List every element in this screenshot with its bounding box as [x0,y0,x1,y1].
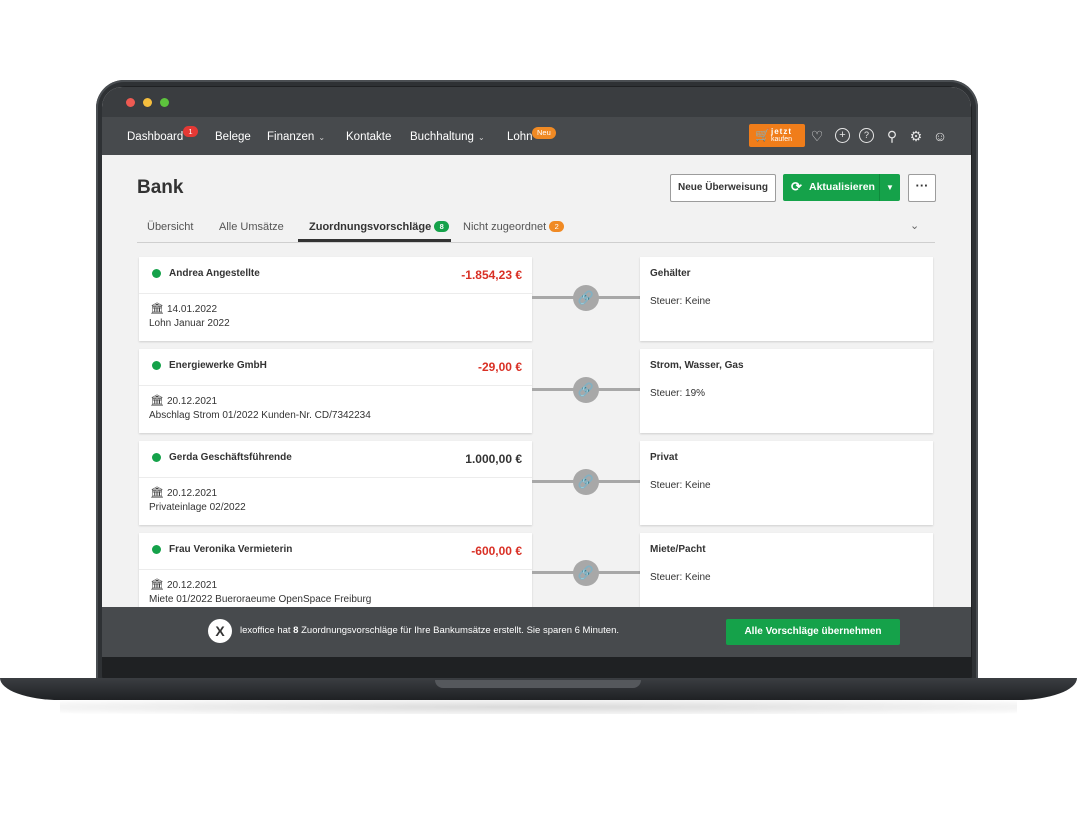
transaction-date: 14.01.2022 [167,304,218,315]
card-divider [139,385,532,386]
counterparty-name: Gerda Geschäftsführende [169,452,292,463]
plus-circle-icon[interactable]: + [835,128,850,143]
tab-overview[interactable]: Übersicht [147,221,193,233]
transaction-description: Lohn Januar 2022 [149,318,230,329]
buy-now-line1: jetzt [771,127,792,136]
link-icon[interactable]: 🔗 [573,560,599,586]
refresh-button[interactable]: ⟳ Aktualisieren ▼ [783,174,900,201]
category-name: Miete/Pacht [650,544,706,555]
transaction-card[interactable]: Andrea Angestellte -1.854,23 € 🏛 14.01.2… [139,257,532,341]
transaction-card[interactable]: Gerda Geschäftsführende 1.000,00 € 🏛 20.… [139,441,532,525]
window-titlebar [102,87,971,117]
link-icon[interactable]: 🔗 [573,469,599,495]
bank-icon: 🏛 [150,579,164,591]
link-icon[interactable]: 🔗 [573,377,599,403]
search-icon[interactable]: ⚲ [883,127,901,145]
more-options-button[interactable]: ··· [908,174,936,202]
transaction-amount: -29,00 € [477,360,522,374]
category-card[interactable]: Privat Steuer: Keine [640,441,933,525]
caret-down-icon[interactable]: ▼ [886,174,894,201]
card-divider [139,293,532,294]
counterparty-name: Energiewerke GmbH [169,360,267,371]
help-icon[interactable]: ? [859,128,874,143]
main-navbar: Dashboard 1 Belege Finanzen ⌄ Kontakte Bu… [102,117,971,155]
app-screen: Dashboard 1 Belege Finanzen ⌄ Kontakte Bu… [102,87,971,657]
category-card[interactable]: Miete/Pacht Steuer: Keine [640,533,933,617]
lohn-new-badge: Neu [532,127,556,139]
new-transfer-button[interactable]: Neue Überweisung [670,174,776,202]
tax-info: Steuer: Keine [650,296,711,307]
status-dot [152,361,161,370]
status-dot [152,269,161,278]
tab-suggestions[interactable]: Zuordnungsvorschläge 8 [309,221,450,233]
transaction-date: 20.12.2021 [167,396,218,407]
cart-icon: 🛒 [755,128,770,142]
transaction-description: Privateinlage 02/2022 [149,502,246,513]
chevron-down-icon: ⌄ [318,133,326,142]
suggestion-summary-bar: X lexoffice hat 8 Zuordnungsvorschläge f… [102,607,971,657]
nav-belege[interactable]: Belege [215,117,251,155]
split-divider [879,174,880,201]
nav-kontakte[interactable]: Kontakte [346,117,391,155]
maximize-window-icon[interactable] [160,98,169,107]
laptop-shadow [60,700,1017,714]
transaction-date: 20.12.2021 [167,488,218,499]
bank-icon: 🏛 [150,303,164,315]
refresh-label: Aktualisieren [809,181,875,193]
tax-info: Steuer: Keine [650,572,711,583]
nav-lohn[interactable]: Lohn [507,117,533,155]
dashboard-badge: 1 [183,126,198,137]
gear-icon[interactable]: ⚙ [907,127,925,145]
chevron-down-icon: ⌄ [477,133,485,142]
transaction-card[interactable]: Frau Veronika Vermieterin -600,00 € 🏛 20… [139,533,532,617]
category-name: Gehälter [650,268,691,279]
tab-all-transactions[interactable]: Alle Umsätze [219,221,284,233]
chevron-down-icon[interactable]: ⌄ [910,219,919,232]
summary-text: lexoffice hat 8 Zuordnungsvorschläge für… [240,625,619,636]
bank-icon: 🏛 [150,395,164,407]
card-divider [139,477,532,478]
transaction-description: Miete 01/2022 Bueroraeume OpenSpace Frei… [149,594,372,605]
lexoffice-logo-icon: X [208,619,232,643]
counterparty-name: Frau Veronika Vermieterin [169,544,293,555]
transaction-amount: 1.000,00 € [465,452,522,466]
link-icon[interactable]: 🔗 [573,285,599,311]
category-name: Privat [650,452,678,463]
suggestions-count-badge: 8 [434,221,450,232]
tabs-divider [137,242,935,243]
unassigned-count-badge: 2 [549,221,565,232]
minimize-window-icon[interactable] [143,98,152,107]
active-tab-indicator [298,239,451,242]
transaction-description: Abschlag Strom 01/2022 Kunden-Nr. CD/734… [149,410,371,421]
bank-icon: 🏛 [150,487,164,499]
category-name: Strom, Wasser, Gas [650,360,744,371]
close-window-icon[interactable] [126,98,135,107]
buy-now-button[interactable]: 🛒 jetzt kaufen [749,124,805,147]
counterparty-name: Andrea Angestellte [169,268,260,279]
tax-info: Steuer: Keine [650,480,711,491]
nav-dashboard[interactable]: Dashboard [127,117,183,155]
tax-info: Steuer: 19% [650,388,706,399]
laptop-notch [435,680,641,688]
category-card[interactable]: Gehälter Steuer: Keine [640,257,933,341]
user-icon[interactable]: ☺ [931,127,949,145]
transaction-card[interactable]: Energiewerke GmbH -29,00 € 🏛 20.12.2021 … [139,349,532,433]
nav-finanzen[interactable]: Finanzen ⌄ [267,117,325,155]
nav-buchhaltung[interactable]: Buchhaltung ⌄ [410,117,485,155]
refresh-icon: ⟳ [791,179,802,194]
buy-now-line2: kaufen [771,136,793,143]
card-divider [139,569,532,570]
accept-all-suggestions-button[interactable]: Alle Vorschläge übernehmen [726,619,900,645]
status-dot [152,545,161,554]
page-title: Bank [137,177,184,198]
heart-icon[interactable]: ♡ [808,127,826,145]
transaction-amount: -1.854,23 € [461,268,522,282]
status-dot [152,453,161,462]
tab-unassigned[interactable]: Nicht zugeordnet 2 [463,221,565,233]
transaction-amount: -600,00 € [471,544,522,558]
transaction-date: 20.12.2021 [167,580,218,591]
category-card[interactable]: Strom, Wasser, Gas Steuer: 19% [640,349,933,433]
